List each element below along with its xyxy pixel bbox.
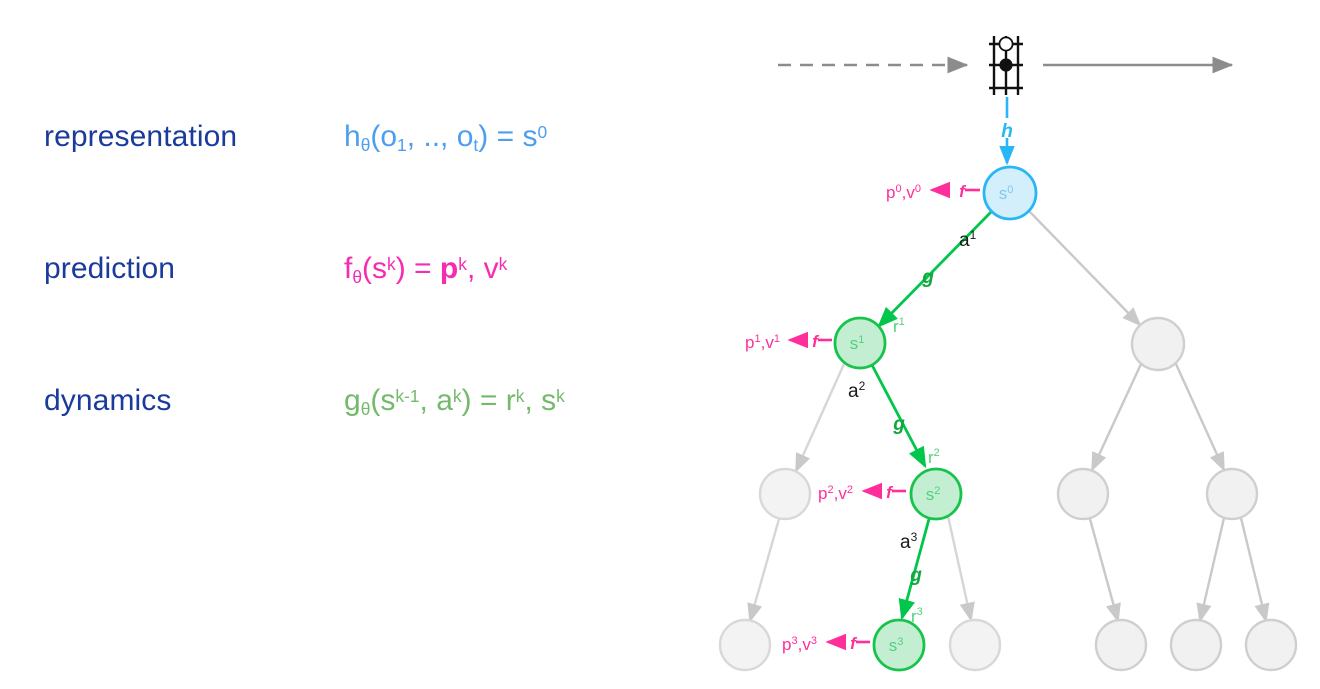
grey-tree-edges [747, 210, 1270, 623]
grey-node[interactable] [758, 467, 812, 521]
go-stone-white-icon [998, 36, 1014, 52]
grey-edge-r1-left [1090, 363, 1143, 472]
go-stone-black-icon [999, 58, 1013, 72]
grey-edge-s1-left [794, 363, 846, 473]
grey-node[interactable] [948, 618, 1002, 672]
grey-node[interactable] [1244, 618, 1298, 672]
grey-nodes [718, 316, 1298, 672]
go-board-icon [984, 36, 1028, 95]
grey-edge-l2-bottom [747, 518, 781, 623]
grey-edge-r2a-bottom [1088, 518, 1121, 623]
prediction-fn-glyph-s0: f [959, 182, 967, 201]
reward-label-r3: r3 [911, 606, 923, 626]
prediction-label-pv1: p1,v1 [745, 333, 780, 352]
dynamics-fn-glyph-g2: g [892, 414, 905, 435]
dynamics-fn-glyph-g3: g [909, 565, 922, 586]
grey-node[interactable] [1056, 467, 1110, 521]
dynamics-fn-glyph-g1: g [921, 267, 934, 288]
action-label-a3: a3 [900, 530, 918, 553]
grey-node[interactable] [1130, 316, 1186, 372]
prediction-fn-glyph-s3: f [850, 634, 858, 653]
prediction-label-pv2: p2,v2 [818, 484, 853, 503]
prediction-fn-glyph-s1: f [812, 332, 820, 351]
prediction-label-pv3: p3,v3 [782, 635, 817, 654]
grey-edge-r2b-right [1239, 517, 1270, 623]
grey-edge-r1-right [1174, 363, 1226, 472]
action-label-a2: a2 [848, 379, 866, 402]
prediction-label-pv0: p0,v0 [886, 183, 921, 202]
diagram-canvas: representation hθ(o1, .., ot) = s0 predi… [0, 0, 1320, 689]
grey-edge-root-right [1028, 210, 1142, 327]
search-tree-diagram: h s0 s1 s2 s3 p0,v0 f p1,v1 f p2,v2 f p3… [0, 0, 1320, 689]
grey-node[interactable] [1169, 618, 1223, 672]
prediction-connectors [787, 181, 980, 651]
grey-node[interactable] [1205, 467, 1259, 521]
prediction-fn-glyph-s2: f [886, 483, 894, 502]
grey-node[interactable] [1094, 618, 1148, 672]
grey-node[interactable] [718, 618, 772, 672]
grey-edge-s2-right [946, 515, 975, 622]
representation-arrow: h [999, 97, 1015, 166]
reward-label-r2: r2 [928, 447, 940, 467]
prediction-labels: p0,v0 f p1,v1 f p2,v2 f p3,v3 f [745, 182, 967, 654]
reward-label-r1: r1 [893, 316, 905, 336]
grey-edge-r2b-left [1196, 517, 1226, 623]
representation-arrow-label: h [1001, 121, 1013, 142]
action-label-a1: a1 [959, 228, 977, 251]
state-nodes: s0 s1 s2 s3 [833, 165, 1038, 672]
